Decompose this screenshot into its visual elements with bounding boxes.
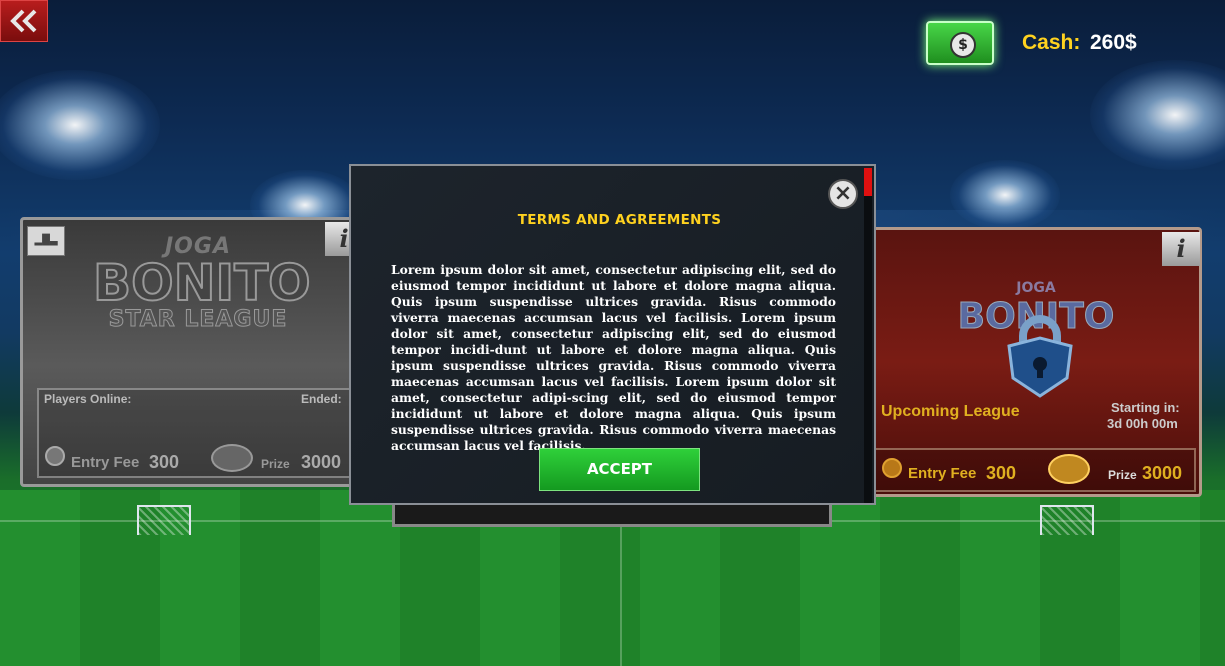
players-online-label: Players Online: [44,392,132,406]
coin-stack-icon [211,444,253,472]
terms-dialog: × TERMS AND AGREEMENTS Lorem ipsum dolor… [349,164,876,505]
ended-label: Ended: [301,392,342,406]
league-logo: JOGA BONITO STAR LEAGUE [92,234,312,333]
prize-value: 3000 [301,452,342,472]
goal-right [1040,505,1094,535]
entry-fee-label: Entry Fee [908,465,977,482]
league-status: Upcoming League [881,403,1020,420]
floodlight-mid-right [950,160,1060,230]
prize-label: Prize [1108,468,1137,482]
entry-coin-icon [45,446,65,466]
podium-icon: ▂█▃ [27,226,65,256]
accept-button[interactable]: ACCEPT [539,448,700,491]
entry-fee-value: 300 [149,452,180,472]
goal-left [137,505,191,535]
stats-panel: Players Online: Ended: Entry Fee 300 Pri… [37,388,361,478]
logo-line3: STAR LEAGUE [108,307,288,333]
league-card-left[interactable]: ▂█▃ i JOGA BONITO STAR LEAGUE Players On… [20,217,363,487]
starting-in-label: Starting in: [1111,400,1180,415]
dialog-title: TERMS AND AGREEMENTS [517,212,722,228]
floodlight-left [0,70,160,180]
cash-coin: $ [950,32,976,58]
cash-value: 260$ [1090,31,1137,54]
league-card-right[interactable]: i JOGA BONITO Upcoming League Starting i… [868,227,1202,497]
entry-fee-label: Entry Fee [71,454,140,471]
prize-value: 3000 [1142,463,1183,483]
double-chevron-left-icon [10,9,37,33]
entry-coin-icon [882,458,902,478]
close-button[interactable]: × [828,179,858,209]
prize-label: Prize [261,457,290,471]
lock-icon [1003,312,1077,398]
info-button[interactable]: i [1162,232,1200,266]
terms-text: Lorem ipsum dolor sit amet, consectetur … [391,262,836,453]
stats-panel: Entry Fee 300 Prize 3000 [874,448,1196,492]
coin-stack-icon [1048,454,1090,484]
scrollbar-thumb[interactable] [864,168,872,196]
back-button[interactable] [0,0,48,42]
logo-line1: JOGA [1016,280,1056,296]
banknote-icon: $ [926,21,994,65]
starting-in-value: 3d 00h 00m [1107,416,1178,431]
logo-line2: BONITO [92,254,312,312]
cash-label: Cash: [1022,31,1081,54]
entry-fee-value: 300 [986,463,1017,483]
floodlight-right [1090,60,1225,170]
